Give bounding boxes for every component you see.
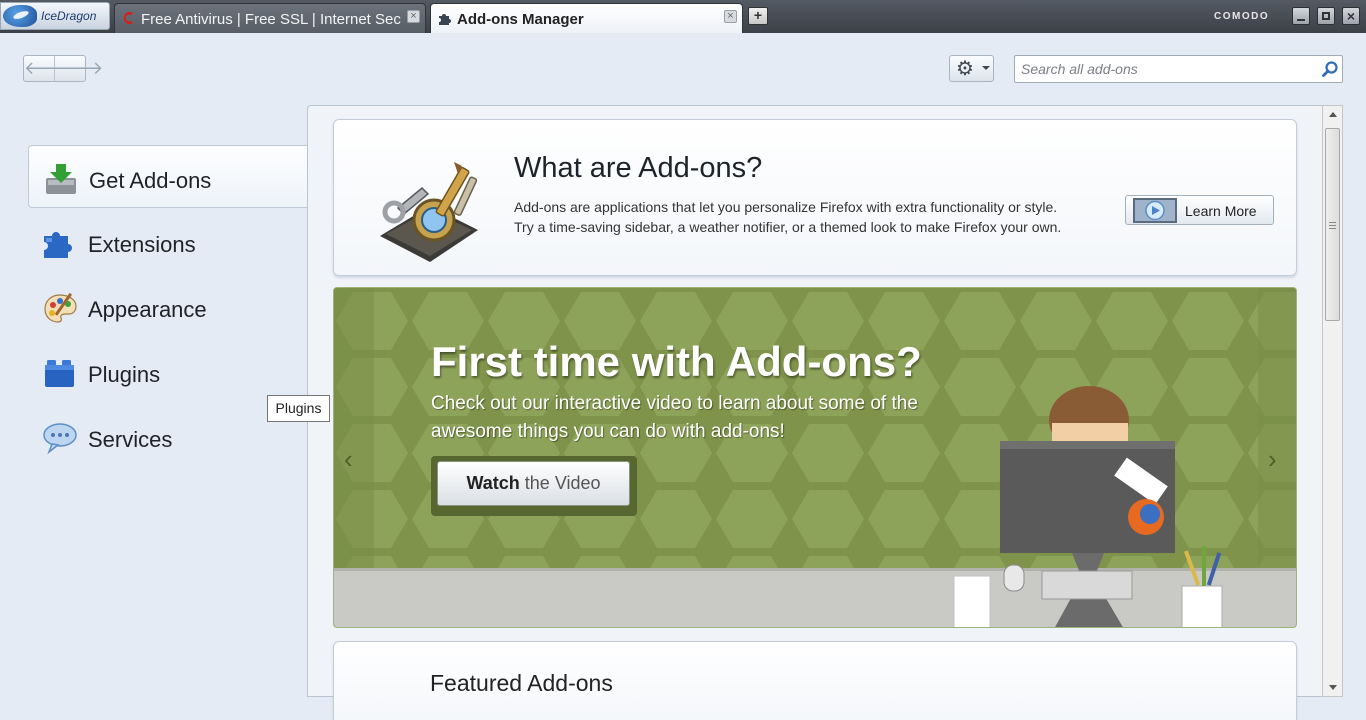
learn-more-label: Learn More	[1185, 203, 1257, 219]
forward-button[interactable]: 🡒	[55, 56, 103, 81]
description-line: Add-ons are applications that let you pe…	[514, 199, 1058, 215]
gear-icon: ⚙	[956, 58, 974, 80]
watch-label: Watch	[466, 473, 520, 493]
scroll-up-icon[interactable]	[1329, 112, 1337, 117]
restore-icon	[1322, 12, 1330, 20]
watch-video-button[interactable]: Watch the Video	[437, 461, 630, 506]
arrow-right-icon: 🡒	[55, 58, 104, 78]
category-label: Get Add-ons	[89, 168, 212, 193]
speech-bubble-icon	[43, 423, 77, 455]
category-plugins[interactable]: Plugins	[28, 340, 308, 403]
featured-addons-card: Featured Add-ons	[333, 641, 1297, 720]
puzzle-piece-icon	[44, 232, 72, 258]
promo-description: Check out our interactive video to learn…	[431, 393, 918, 442]
comodo-brand: COMODO	[1214, 11, 1270, 22]
tab-title: Free Antivirus | Free SSL | Internet Sec…	[141, 11, 401, 28]
watch-label-rest: the Video	[519, 473, 601, 493]
category-get-addons[interactable]: Get Add-ons	[28, 145, 308, 208]
first-time-promo-banner: ‹ › First time with Add-ons? Check out o…	[333, 287, 1297, 628]
learn-more-button[interactable]: Learn More	[1125, 195, 1274, 225]
watch-video-frame: Watch the Video	[431, 456, 637, 516]
close-tab-icon[interactable]: ×	[724, 10, 737, 23]
content-scrollbar[interactable]	[1322, 105, 1343, 697]
category-label: Plugins	[88, 362, 161, 387]
what-are-addons-title: What are Add-ons?	[514, 152, 763, 184]
category-extensions[interactable]: Extensions	[28, 210, 308, 273]
close-window-button[interactable]: ×	[1342, 7, 1360, 25]
download-icon	[46, 164, 76, 194]
carousel-prev-button[interactable]: ‹	[344, 446, 353, 472]
lego-brick-icon	[45, 360, 74, 387]
close-icon: ×	[1346, 8, 1356, 24]
new-tab-button[interactable]: +	[748, 7, 768, 25]
scroll-thumb[interactable]	[1325, 128, 1340, 321]
minimize-button[interactable]	[1292, 7, 1310, 25]
comodo-c-icon	[123, 12, 133, 24]
category-label: Extensions	[88, 232, 196, 257]
puzzle-piece-icon	[439, 14, 451, 25]
grip-icon	[1329, 222, 1336, 229]
close-tab-icon[interactable]: ×	[407, 10, 420, 23]
search-box	[1014, 55, 1343, 83]
search-input[interactable]	[1021, 60, 1311, 78]
toolkit-icon	[380, 162, 478, 262]
play-video-icon	[1133, 198, 1177, 223]
description-line: Try a time-saving sidebar, a weather not…	[514, 219, 1062, 235]
scroll-down-icon[interactable]	[1329, 685, 1337, 690]
palette-icon	[44, 293, 77, 323]
carousel-next-button[interactable]: ›	[1268, 446, 1277, 472]
what-are-addons-description: Add-ons are applications that let you pe…	[514, 197, 1114, 237]
restore-button[interactable]	[1317, 7, 1335, 25]
tab-addons-manager[interactable]: Add-ons Manager ×	[430, 3, 743, 33]
promo-title: First time with Add-ons?	[431, 338, 922, 385]
app-menu-button[interactable]: IceDragon	[0, 2, 110, 30]
plugins-tooltip: Plugins	[267, 395, 330, 422]
category-services[interactable]: Services	[28, 405, 308, 468]
tools-menu-button[interactable]: ⚙	[949, 55, 994, 82]
app-name: IceDragon	[41, 9, 97, 23]
category-label: Appearance	[88, 297, 207, 322]
back-button[interactable]: 🡐	[24, 56, 72, 81]
history-nav: 🡐 🡒	[23, 55, 103, 82]
category-label: Services	[88, 427, 173, 452]
tab-free-antivirus[interactable]: Free Antivirus | Free SSL | Internet Sec…	[114, 3, 426, 33]
icedragon-logo-icon	[3, 5, 37, 27]
tab-bar: IceDragon Free Antivirus | Free SSL | In…	[0, 0, 1366, 33]
search-icon[interactable]	[1321, 60, 1339, 78]
featured-addons-title: Featured Add-ons	[430, 670, 613, 696]
category-appearance[interactable]: Appearance	[28, 275, 308, 338]
tab-title: Add-ons Manager	[457, 11, 584, 28]
chevron-down-icon	[982, 66, 990, 70]
minimize-icon	[1297, 19, 1305, 21]
what-are-addons-card: What are Add-ons? Add-ons are applicatio…	[333, 119, 1297, 276]
